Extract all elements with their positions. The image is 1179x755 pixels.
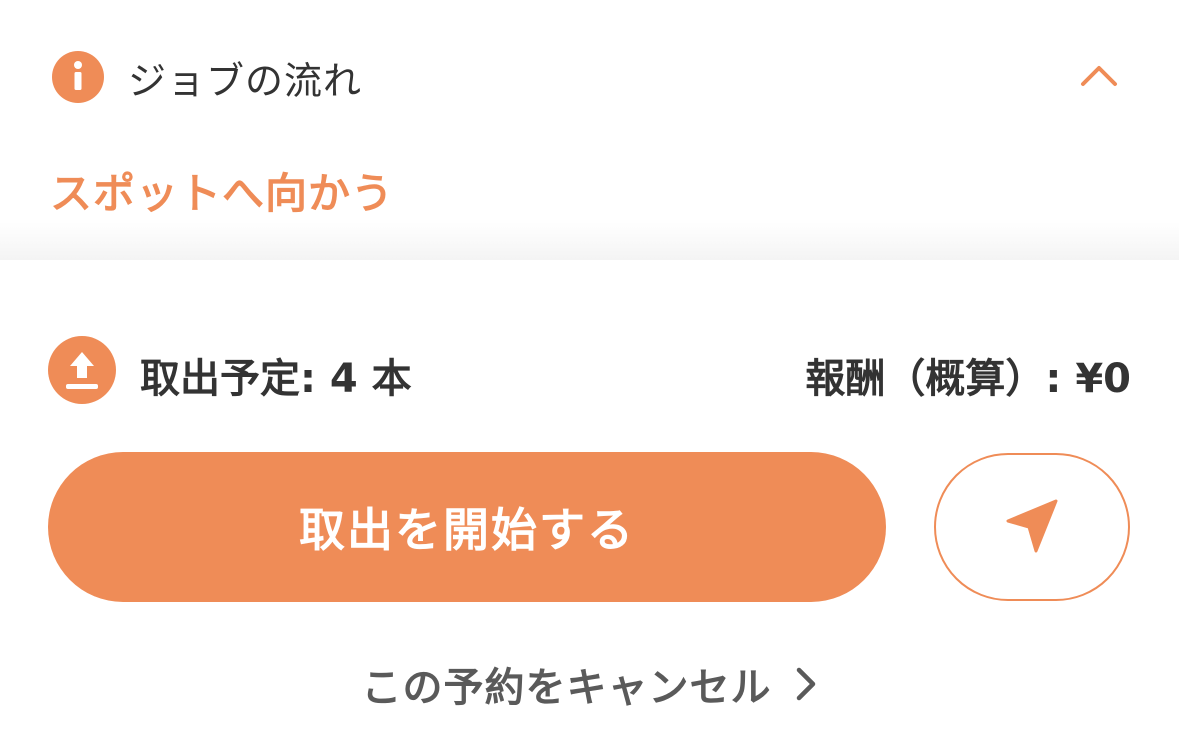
job-flow-panel: ジョブの流れ スポットへ向かう	[0, 0, 1179, 260]
section-divider-shadow	[0, 222, 1179, 260]
flow-step-label: スポットへ向かう	[50, 169, 395, 218]
job-flow-header[interactable]: ジョブの流れ	[52, 50, 1127, 104]
chevron-right-icon	[794, 666, 818, 702]
job-summary-row: 取出予定: 4 本 報酬（概算）: ¥0	[48, 336, 1131, 404]
estimated-reward: 報酬（概算）: ¥0	[805, 356, 1131, 402]
cancel-reservation-link[interactable]: この予約をキャンセル	[0, 652, 1179, 716]
info-icon	[52, 51, 104, 103]
cancel-reservation-label: この予約をキャンセル	[361, 665, 772, 711]
job-flow-title: ジョブの流れ	[128, 58, 363, 103]
pickup-count: 取出予定: 4 本	[140, 356, 412, 402]
navigation-arrow-icon	[1002, 495, 1062, 559]
start-pickup-button[interactable]: 取出を開始する	[48, 452, 886, 602]
chevron-up-icon[interactable]	[1079, 60, 1119, 90]
navigation-button[interactable]	[934, 453, 1130, 601]
upload-icon	[48, 336, 116, 404]
